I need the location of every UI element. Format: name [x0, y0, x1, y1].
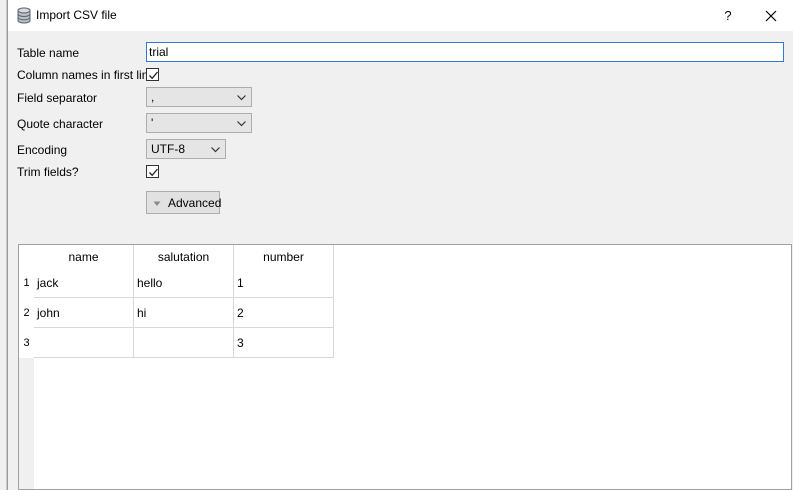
table-corner: [19, 245, 34, 268]
table-cell[interactable]: john: [34, 298, 134, 328]
close-icon: [765, 10, 777, 21]
trim-fields-checkbox[interactable]: [146, 165, 159, 178]
window-title: Import CSV file: [36, 8, 117, 22]
field-separator-value: ,: [151, 90, 155, 104]
table-cell[interactable]: 3: [234, 328, 334, 358]
triangle-down-icon: [153, 196, 161, 210]
table-cell[interactable]: [134, 328, 234, 358]
table-cell[interactable]: jack: [34, 268, 134, 298]
trim-fields-label: Trim fields?: [17, 165, 79, 179]
preview-table[interactable]: name salutation number 1 2 3 jack hello …: [18, 244, 792, 490]
quote-character-label: Quote character: [17, 117, 104, 131]
field-separator-select[interactable]: ,: [146, 87, 252, 107]
chevron-down-icon: [210, 144, 221, 155]
field-separator-label: Field separator: [17, 91, 98, 105]
quote-character-select[interactable]: ': [146, 113, 252, 133]
row-header-1[interactable]: 1: [19, 268, 34, 298]
quote-character-value: ': [151, 116, 154, 130]
background-window-edge: [0, 0, 7, 490]
column-header-salutation[interactable]: salutation: [134, 245, 234, 268]
encoding-label: Encoding: [17, 143, 68, 157]
chevron-down-icon: [236, 118, 247, 129]
table-cell[interactable]: [34, 328, 134, 358]
database-icon: [16, 7, 32, 24]
column-header-number[interactable]: number: [234, 245, 334, 268]
title-bar: Import CSV file ?: [8, 0, 793, 31]
column-names-label: Column names in first line: [17, 68, 156, 82]
close-button[interactable]: [756, 0, 786, 31]
advanced-button[interactable]: Advanced: [146, 191, 222, 214]
table-cell[interactable]: 2: [234, 298, 334, 328]
encoding-select[interactable]: UTF-8: [146, 139, 226, 159]
table-cell[interactable]: hi: [134, 298, 234, 328]
column-names-checkbox[interactable]: [146, 68, 159, 81]
table-cell[interactable]: hello: [134, 268, 234, 298]
checkmark-icon: [149, 168, 158, 177]
checkmark-icon: [149, 71, 158, 80]
help-button[interactable]: ?: [713, 0, 743, 31]
encoding-value: UTF-8: [151, 142, 185, 156]
table-name-input[interactable]: trial: [146, 42, 784, 62]
column-header-name[interactable]: name: [34, 245, 134, 268]
table-cell[interactable]: 1: [234, 268, 334, 298]
table-name-label: Table name: [17, 46, 80, 60]
row-header-3[interactable]: 3: [19, 328, 34, 358]
import-csv-dialog: Import CSV file ? Table name trial Colum…: [7, 0, 793, 490]
chevron-down-icon: [236, 92, 247, 103]
advanced-button-label: Advanced: [168, 195, 222, 210]
row-header-2[interactable]: 2: [19, 298, 34, 328]
